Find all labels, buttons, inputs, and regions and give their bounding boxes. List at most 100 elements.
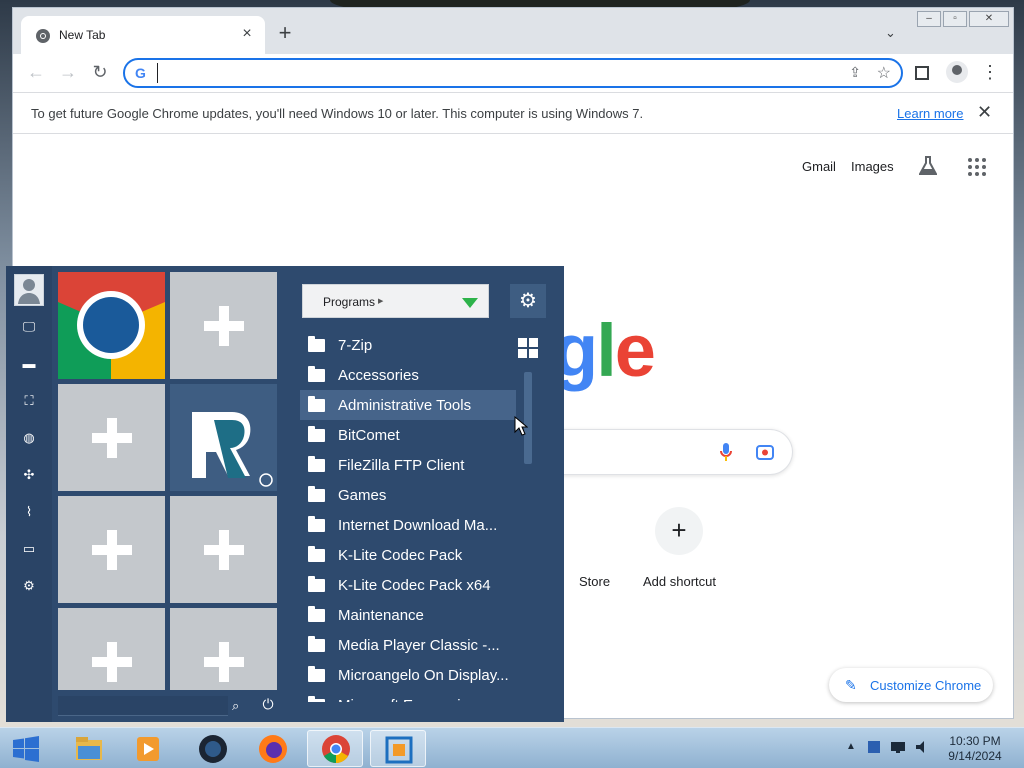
folder-icon xyxy=(308,336,325,352)
infobar-close-icon[interactable]: ✕ xyxy=(977,102,992,123)
reload-icon[interactable]: ↻ xyxy=(89,62,111,84)
taskbar-chrome[interactable] xyxy=(307,730,363,767)
maximize-button[interactable]: ▫ xyxy=(943,11,967,27)
bookmark-star-icon[interactable]: ☆ xyxy=(877,63,891,83)
minimize-button[interactable]: – xyxy=(917,11,941,27)
program-folder-item[interactable]: FileZilla FTP Client xyxy=(300,450,516,480)
tile-empty-add[interactable] xyxy=(170,608,277,690)
folder-icon xyxy=(308,396,325,412)
update-infobar: To get future Google Chrome updates, you… xyxy=(13,92,1013,134)
folder-icon xyxy=(308,366,325,382)
program-folder-item[interactable]: Internet Download Ma... xyxy=(300,510,516,540)
learn-more-link[interactable]: Learn more xyxy=(897,106,963,121)
folder-icon xyxy=(308,426,325,442)
folder-icon xyxy=(308,576,325,592)
program-folder-label: Administrative Tools xyxy=(338,397,472,414)
pencil-icon: ✎ xyxy=(845,677,857,693)
folder-icon[interactable]: ▬ xyxy=(20,355,38,373)
google-apps-icon[interactable] xyxy=(968,158,986,176)
mouse-cursor-icon xyxy=(514,416,528,436)
person-icon xyxy=(18,279,40,304)
tile-empty-add[interactable] xyxy=(170,496,277,603)
taskbar-clock[interactable]: 10:30 PM 9/14/2024 xyxy=(940,734,1010,764)
voice-search-mic-icon[interactable] xyxy=(719,442,733,462)
tray-volume-icon[interactable] xyxy=(914,739,930,755)
taskbar-media-player[interactable] xyxy=(120,730,176,767)
chrome-icon xyxy=(322,735,350,763)
program-folder-item[interactable]: K-Lite Codec Pack xyxy=(300,540,516,570)
tile-empty-add[interactable] xyxy=(58,608,165,690)
taskbar-file-explorer[interactable] xyxy=(60,730,116,767)
tray-monitor-icon[interactable] xyxy=(890,739,906,755)
side-panel-icon[interactable] xyxy=(915,66,929,80)
clock-date: 9/14/2024 xyxy=(948,749,1002,763)
tiles-view-icon[interactable] xyxy=(518,338,538,358)
tile-empty-add[interactable] xyxy=(170,272,277,379)
tab-new-tab[interactable]: New Tab × xyxy=(21,16,265,54)
programs-dropdown[interactable]: Programs ▶ xyxy=(302,284,489,318)
window-close-button[interactable]: ✕ xyxy=(969,11,1009,27)
labs-flask-icon[interactable] xyxy=(919,156,937,176)
tray-app-icon[interactable] xyxy=(866,739,882,755)
tab-search-chevron-icon[interactable]: ⌄ xyxy=(885,25,903,41)
folder-icon xyxy=(308,546,325,562)
folder-icon xyxy=(308,696,325,702)
omnibox-input[interactable] xyxy=(157,63,837,83)
network-icon[interactable]: ⛶ xyxy=(20,392,38,410)
tile-empty-add[interactable] xyxy=(58,496,165,603)
tile-chrome[interactable] xyxy=(58,272,165,379)
back-arrow-icon[interactable]: ← xyxy=(25,62,47,84)
dropdown-arrow-icon xyxy=(462,298,478,308)
puzzle-icon[interactable]: ✣ xyxy=(20,466,38,484)
menu-dots-icon[interactable]: ⋮ xyxy=(981,61,999,83)
start-search-input[interactable] xyxy=(58,696,228,716)
tab-close-icon[interactable]: × xyxy=(237,24,257,44)
program-folder-label: FileZilla FTP Client xyxy=(338,457,465,474)
program-folder-label: Accessories xyxy=(338,367,419,384)
tile-empty-add[interactable] xyxy=(58,384,165,491)
chart-icon[interactable]: ⌇ xyxy=(20,503,38,521)
customize-chrome-label: Customize Chrome xyxy=(870,678,982,693)
taskbar-dark-app[interactable] xyxy=(185,730,241,767)
monitor-icon[interactable]: 🖵 xyxy=(20,318,38,336)
address-bar[interactable]: G ⇪ ☆ xyxy=(123,58,903,88)
folder-icon xyxy=(308,606,325,622)
start-settings-gear-icon[interactable]: ⚙ xyxy=(510,284,546,318)
program-folder-item[interactable]: K-Lite Codec Pack x64 xyxy=(300,570,516,600)
add-shortcut-button[interactable]: + xyxy=(655,507,703,555)
share-icon[interactable]: ⇪ xyxy=(849,64,861,81)
taskbar-virtualbox[interactable] xyxy=(370,730,426,767)
program-folder-item[interactable]: Maintenance xyxy=(300,600,516,630)
program-folder-item[interactable]: Microangelo On Display... xyxy=(300,660,516,690)
new-tab-button[interactable]: + xyxy=(275,22,295,44)
google-lens-icon[interactable] xyxy=(755,442,775,462)
user-avatar-icon[interactable] xyxy=(14,274,44,306)
customize-chrome-button[interactable]: ✎ Customize Chrome xyxy=(829,668,993,702)
program-folder-label: Internet Download Ma... xyxy=(338,517,498,534)
program-folder-item[interactable]: Microsoft Expression xyxy=(300,690,516,702)
program-folder-item[interactable]: 7-Zip xyxy=(300,330,516,360)
gmail-link[interactable]: Gmail xyxy=(802,159,836,174)
gear-icon[interactable]: ⚙ xyxy=(20,577,38,595)
images-link[interactable]: Images xyxy=(851,159,894,174)
add-shortcut-label[interactable]: Add shortcut xyxy=(643,574,716,589)
shortcut-web-store-label[interactable]: Store xyxy=(579,574,610,589)
windows-start-button[interactable] xyxy=(12,736,40,762)
program-folder-item[interactable]: Games xyxy=(300,480,516,510)
tile-r-app[interactable] xyxy=(170,384,277,491)
forward-arrow-icon[interactable]: → xyxy=(57,62,79,84)
programs-list: 7-Zip Accessories Administrative Tools BitC… xyxy=(300,330,516,702)
program-folder-label: Microsoft Expression xyxy=(338,697,477,702)
program-folder-item[interactable]: Accessories xyxy=(300,360,516,390)
globe-icon[interactable]: ◍ xyxy=(20,429,38,447)
folder-icon xyxy=(308,636,325,652)
program-folder-item[interactable]: Media Player Classic -... xyxy=(300,630,516,660)
power-icon[interactable]: ⏻ xyxy=(260,696,276,714)
profile-avatar-icon[interactable] xyxy=(946,61,968,83)
tray-expand-arrow-icon[interactable]: ▲ xyxy=(846,741,856,752)
taskbar-firefox[interactable] xyxy=(245,730,301,767)
program-folder-item[interactable]: Administrative Tools xyxy=(300,390,516,420)
search-icon[interactable]: ⌕ xyxy=(232,698,248,714)
display-icon[interactable]: ▭ xyxy=(20,540,38,558)
program-folder-item[interactable]: BitComet xyxy=(300,420,516,450)
